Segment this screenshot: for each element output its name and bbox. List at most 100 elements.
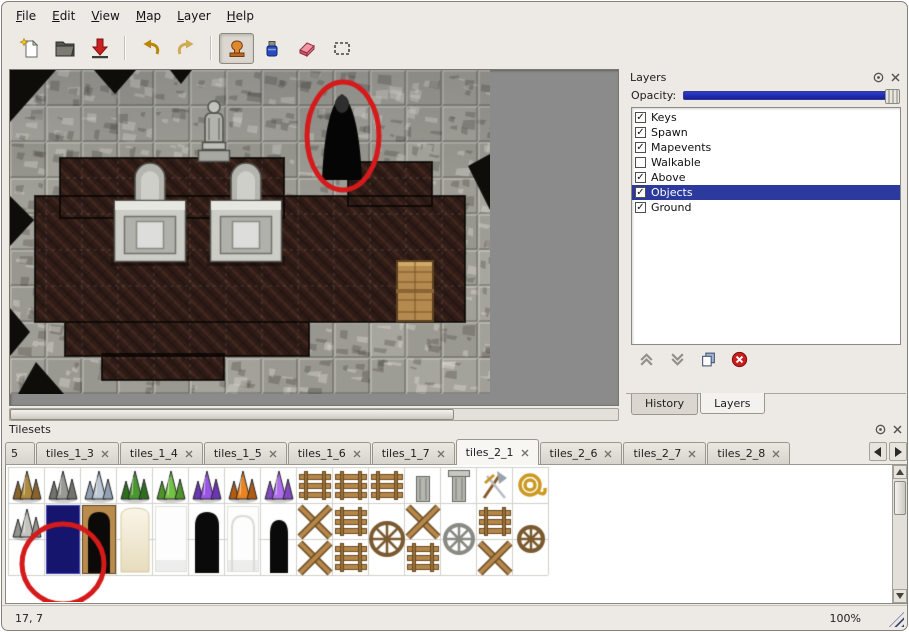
tileset-tab-tiles_1_6[interactable]: tiles_1_6: [288, 442, 371, 464]
layer-visible-checkbox[interactable]: ✓: [635, 127, 646, 138]
fill-tool-button[interactable]: [254, 33, 289, 64]
lower-layer-button[interactable]: [669, 351, 686, 372]
tileset-tab-tiles_2_8[interactable]: tiles_2_8: [707, 442, 790, 464]
tab-close-icon[interactable]: [269, 450, 277, 458]
close-icon: [892, 424, 903, 435]
close-icon: [890, 72, 901, 83]
cursor-coordinates: 17, 7: [15, 612, 43, 625]
tab-close-icon[interactable]: [353, 450, 361, 458]
tileset-tab-label: 5: [11, 447, 18, 460]
menu-map[interactable]: Map: [128, 7, 169, 25]
tileset-tab-tiles_1_5[interactable]: tiles_1_5: [204, 442, 287, 464]
tileset-tab-tiles_2_1[interactable]: tiles_2_1: [456, 439, 539, 465]
tab-close-icon[interactable]: [772, 450, 780, 458]
layer-row-above[interactable]: ✓Above: [632, 170, 900, 185]
map-viewport[interactable]: [9, 69, 619, 406]
layer-row-mapevents[interactable]: ✓Mapevents: [632, 140, 900, 155]
layers-panel: Layers Opacity: ✓ Keys✓Spawn✓MapeventsWal…: [626, 69, 906, 415]
tileset-canvas[interactable]: [7, 466, 875, 602]
eraser-tool-button[interactable]: [289, 33, 324, 64]
float-panel-button[interactable]: [872, 71, 885, 84]
tab-close-icon[interactable]: [437, 450, 445, 458]
tileset-tab-label: tiles_2_7: [633, 447, 681, 460]
vscroll-thumb[interactable]: [894, 481, 906, 515]
layer-visible-checkbox[interactable]: ✓: [635, 172, 646, 183]
layer-row-objects[interactable]: ✓Objects: [632, 185, 900, 200]
close-panel-button[interactable]: [889, 71, 902, 84]
tileset-tab-5[interactable]: 5: [5, 442, 35, 464]
scroll-down-button[interactable]: [893, 589, 907, 603]
layer-row-walkable[interactable]: Walkable: [632, 155, 900, 170]
map-hscroll-thumb[interactable]: [10, 409, 454, 420]
tab-scroll-left-button[interactable]: [869, 442, 887, 461]
tab-close-icon[interactable]: [688, 450, 696, 458]
tab-scroll-right-button[interactable]: [889, 442, 907, 461]
stamp-tool-button[interactable]: [219, 33, 254, 64]
layer-row-ground[interactable]: ✓ Ground: [632, 200, 900, 215]
tilesets-panel: Tilesets 5 tiles_1_3 tiles_1_4 tiles_1_5 til…: [5, 421, 908, 605]
layer-visible-checkbox[interactable]: ✓: [635, 112, 646, 123]
menu-help[interactable]: Help: [219, 7, 262, 25]
close-panel-button[interactable]: [891, 423, 904, 436]
undo-button[interactable]: [133, 33, 168, 64]
opacity-slider[interactable]: [683, 91, 900, 100]
menu-layer[interactable]: Layer: [169, 7, 218, 25]
scroll-up-button[interactable]: [893, 465, 907, 479]
raise-layer-button[interactable]: [638, 351, 655, 372]
menu-file[interactable]: File: [8, 7, 44, 25]
tileset-tab-tiles_2_6[interactable]: tiles_2_6: [540, 442, 623, 464]
tileset-tab-label: tiles_2_6: [550, 447, 598, 460]
layer-visible-checkbox[interactable]: ✓: [635, 202, 646, 213]
tab-close-icon[interactable]: [521, 449, 529, 457]
layer-name-label: Keys: [651, 111, 677, 124]
stamp-icon: [226, 37, 248, 59]
layer-name-label: Ground: [651, 201, 691, 214]
tileset-tab-tiles_2_7[interactable]: tiles_2_7: [623, 442, 706, 464]
opacity-slider-handle[interactable]: [885, 89, 900, 104]
tileset-content[interactable]: [5, 465, 908, 604]
layers-panel-title: Layers: [630, 71, 868, 84]
new-file-icon: [19, 37, 41, 59]
panel-tab-layers[interactable]: Layers: [700, 393, 764, 414]
menu-bar: FileEditViewMapLayerHelp: [8, 6, 262, 26]
layer-name-label: Walkable: [651, 156, 701, 169]
select-tool-button[interactable]: [324, 33, 359, 64]
panel-tab-history[interactable]: History: [631, 394, 698, 415]
tab-close-icon[interactable]: [101, 450, 109, 458]
tileset-vertical-scrollbar[interactable]: [892, 465, 907, 603]
tab-close-icon[interactable]: [604, 450, 612, 458]
new-file-button[interactable]: [12, 33, 47, 64]
duplicate-layer-button[interactable]: [700, 351, 717, 372]
layers-panel-tabbar: HistoryLayers: [626, 393, 906, 415]
tileset-tab-label: tiles_1_6: [298, 447, 346, 460]
layer-visible-checkbox[interactable]: ✓: [635, 187, 646, 198]
tileset-tab-tiles_1_3[interactable]: tiles_1_3: [36, 442, 119, 464]
menu-view[interactable]: View: [83, 7, 127, 25]
open-folder-icon: [54, 37, 76, 59]
tileset-tab-label: tiles_1_4: [130, 447, 178, 460]
tileset-tab-label: tiles_2_1: [466, 446, 514, 459]
opacity-row: Opacity:: [626, 85, 906, 105]
open-button[interactable]: [47, 33, 82, 64]
tileset-tab-tiles_1_7[interactable]: tiles_1_7: [372, 442, 455, 464]
redo-arrow-icon: [175, 37, 197, 59]
menu-edit[interactable]: Edit: [44, 7, 83, 25]
lower-layer-icon: [669, 351, 686, 368]
triangle-up-icon: [896, 469, 904, 475]
layer-row-keys[interactable]: ✓ Keys: [632, 110, 900, 125]
tab-close-icon[interactable]: [185, 450, 193, 458]
tilesets-panel-title: Tilesets: [9, 423, 870, 436]
map-canvas[interactable]: [10, 70, 490, 394]
save-button[interactable]: [82, 33, 117, 64]
map-horizontal-scrollbar[interactable]: [9, 408, 619, 421]
float-panel-button[interactable]: [874, 423, 887, 436]
resize-grip[interactable]: [889, 612, 904, 627]
layer-visible-checkbox[interactable]: [635, 157, 646, 168]
layer-visible-checkbox[interactable]: ✓: [635, 142, 646, 153]
delete-layer-button[interactable]: [731, 351, 748, 372]
chevron-right-icon: [894, 447, 902, 457]
layer-row-spawn[interactable]: ✓Spawn: [632, 125, 900, 140]
status-bar: 17, 7 100%: [2, 605, 907, 630]
tileset-tab-tiles_1_4[interactable]: tiles_1_4: [120, 442, 203, 464]
redo-button[interactable]: [168, 33, 203, 64]
